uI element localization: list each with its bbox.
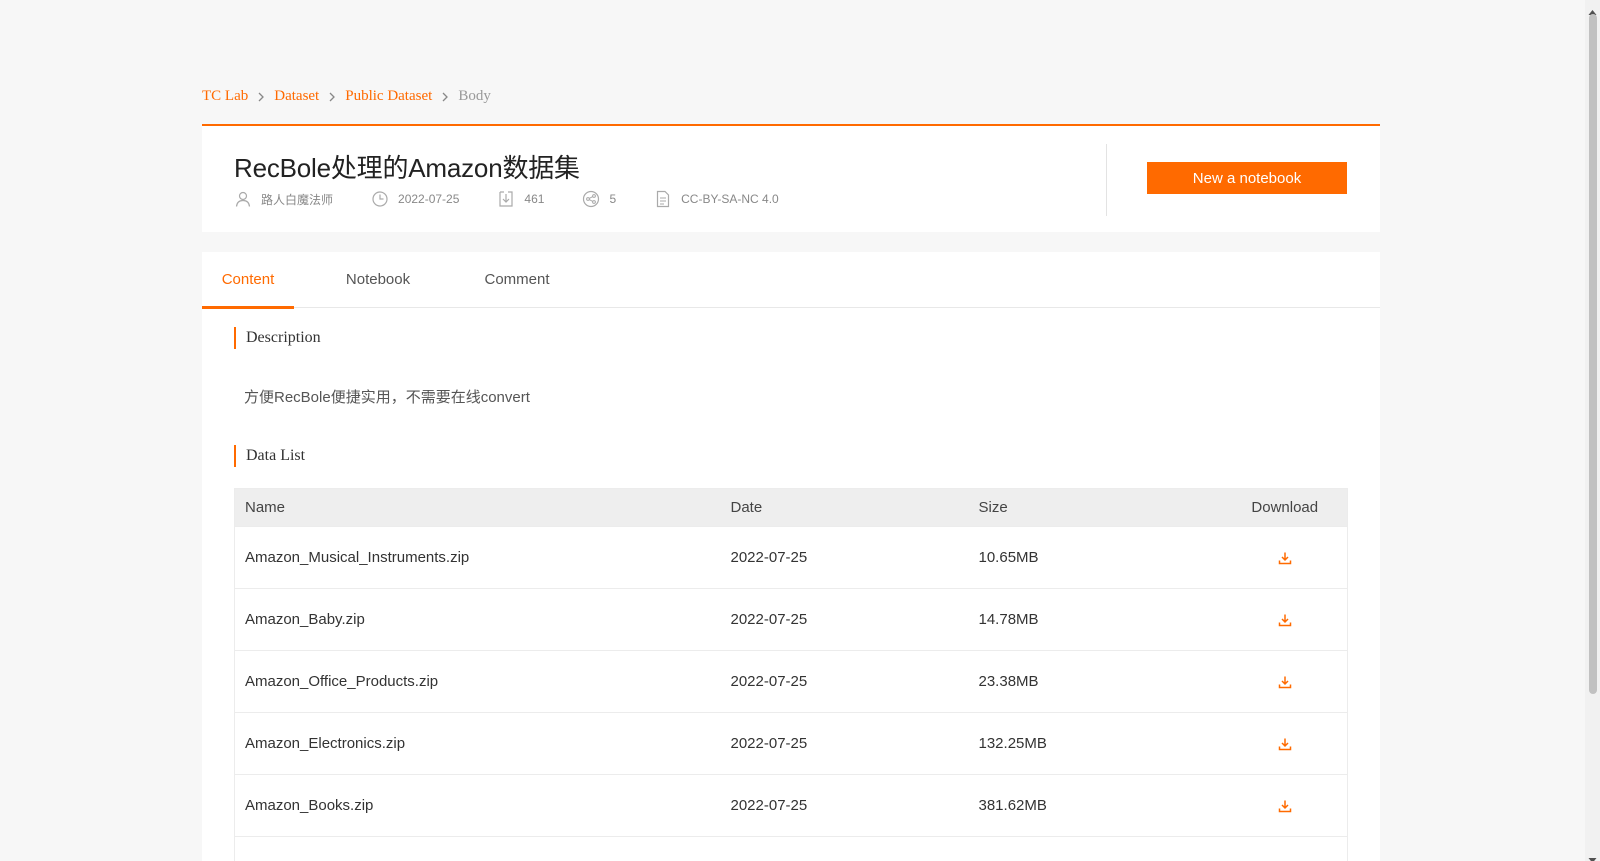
file-size: 132.25MB bbox=[968, 712, 1223, 775]
share-count: 5 bbox=[609, 192, 617, 206]
file-size: 14.78MB bbox=[968, 588, 1223, 651]
table-row: Amazon_Office_Products.zip 2022-07-25 23… bbox=[234, 650, 1348, 713]
meta-downloads: 461 bbox=[497, 190, 544, 208]
file-size: 381.62MB bbox=[968, 774, 1223, 837]
meta-license: CC-BY-SA-NC 4.0 bbox=[654, 190, 779, 208]
download-icon[interactable] bbox=[1278, 613, 1292, 627]
table-header-row: Name Date Size Download bbox=[234, 488, 1348, 527]
download-cell bbox=[1222, 836, 1348, 861]
meta-shares: 5 bbox=[582, 190, 616, 208]
file-size: 23.38MB bbox=[968, 650, 1223, 713]
breadcrumb-current: Body bbox=[458, 88, 491, 104]
page: TC Lab Dataset Public Dataset Body RecBo… bbox=[0, 0, 1600, 861]
file-date: 2022-07-25 bbox=[720, 650, 969, 713]
breadcrumb-item-tc-lab[interactable]: TC Lab bbox=[202, 88, 248, 105]
download-cell bbox=[1222, 650, 1348, 713]
license-label: CC-BY-SA-NC 4.0 bbox=[681, 192, 779, 206]
file-name: Amazon_Office_Products.zip bbox=[234, 650, 721, 713]
vertical-scrollbar[interactable] bbox=[1585, 0, 1600, 861]
divider bbox=[1106, 144, 1107, 216]
table-row: Amazon_Baby.zip 2022-07-25 14.78MB bbox=[234, 588, 1348, 651]
table-row: Amazon_Musical_Instruments.zip 2022-07-2… bbox=[234, 526, 1348, 589]
publish-date: 2022-07-25 bbox=[398, 192, 460, 206]
dataset-header: RecBole处理的Amazon数据集 路人白魔法师 2022-07-25 46… bbox=[202, 124, 1380, 232]
tab-bar: Content Notebook Comment bbox=[202, 252, 1380, 309]
meta-date: 2022-07-25 bbox=[371, 190, 459, 208]
file-name: Amazon_Electronics.zip bbox=[234, 712, 721, 775]
download-icon bbox=[497, 190, 515, 208]
scroll-down-arrow-icon[interactable] bbox=[1588, 851, 1597, 861]
table-row bbox=[234, 836, 1348, 861]
data-list-table: Name Date Size Download Amazon_Musical_I… bbox=[234, 488, 1348, 861]
download-icon[interactable] bbox=[1278, 551, 1292, 565]
content-panel: Content Notebook Comment Description 方便R… bbox=[202, 252, 1380, 861]
new-notebook-button[interactable]: New a notebook bbox=[1147, 162, 1347, 194]
tab-comment[interactable]: Comment bbox=[472, 252, 562, 308]
file-name: Amazon_Baby.zip bbox=[234, 588, 721, 651]
file-date: 2022-07-25 bbox=[720, 588, 969, 651]
file-name bbox=[234, 836, 721, 861]
file-size bbox=[968, 836, 1223, 861]
download-cell bbox=[1222, 774, 1348, 837]
data-list-heading: Data List bbox=[234, 445, 305, 467]
download-icon[interactable] bbox=[1278, 737, 1292, 751]
chevron-right-icon bbox=[441, 92, 449, 102]
breadcrumb-item-public-dataset[interactable]: Public Dataset bbox=[345, 88, 432, 105]
breadcrumb-item-dataset[interactable]: Dataset bbox=[274, 88, 319, 105]
download-cell bbox=[1222, 712, 1348, 775]
tab-notebook[interactable]: Notebook bbox=[333, 252, 423, 308]
file-date bbox=[720, 836, 969, 861]
user-icon bbox=[234, 190, 252, 208]
description-heading: Description bbox=[234, 327, 321, 349]
scroll-up-arrow-icon[interactable] bbox=[1588, 3, 1597, 15]
chevron-right-icon bbox=[328, 92, 336, 102]
breadcrumb: TC Lab Dataset Public Dataset Body bbox=[202, 88, 491, 105]
clock-icon bbox=[371, 190, 389, 208]
share-icon bbox=[582, 190, 600, 208]
table-row: Amazon_Books.zip 2022-07-25 381.62MB bbox=[234, 774, 1348, 837]
file-date: 2022-07-25 bbox=[720, 774, 969, 837]
file-date: 2022-07-25 bbox=[720, 526, 969, 589]
file-name: Amazon_Musical_Instruments.zip bbox=[234, 526, 721, 589]
page-title: RecBole处理的Amazon数据集 bbox=[234, 153, 580, 183]
file-size: 10.65MB bbox=[968, 526, 1223, 589]
download-icon[interactable] bbox=[1278, 675, 1292, 689]
document-icon bbox=[654, 190, 672, 208]
author-name[interactable]: 路人白魔法师 bbox=[261, 191, 333, 208]
description-text: 方便RecBole便捷实用，不需要在线convert bbox=[244, 389, 530, 406]
meta-author: 路人白魔法师 bbox=[234, 190, 333, 208]
scrollbar-thumb[interactable] bbox=[1589, 14, 1597, 694]
table-row: Amazon_Electronics.zip 2022-07-25 132.25… bbox=[234, 712, 1348, 775]
dataset-meta: 路人白魔法师 2022-07-25 461 5 CC-BY-SA-NC 4.0 bbox=[234, 190, 817, 208]
column-header-download: Download bbox=[1222, 488, 1348, 527]
file-name: Amazon_Books.zip bbox=[234, 774, 721, 837]
download-count: 461 bbox=[524, 192, 545, 206]
tab-content[interactable]: Content bbox=[202, 252, 294, 309]
column-header-size: Size bbox=[968, 488, 1223, 527]
download-cell bbox=[1222, 588, 1348, 651]
download-icon[interactable] bbox=[1278, 799, 1292, 813]
file-date: 2022-07-25 bbox=[720, 712, 969, 775]
column-header-name: Name bbox=[234, 488, 721, 527]
download-cell bbox=[1222, 526, 1348, 589]
chevron-right-icon bbox=[257, 92, 265, 102]
column-header-date: Date bbox=[720, 488, 969, 527]
